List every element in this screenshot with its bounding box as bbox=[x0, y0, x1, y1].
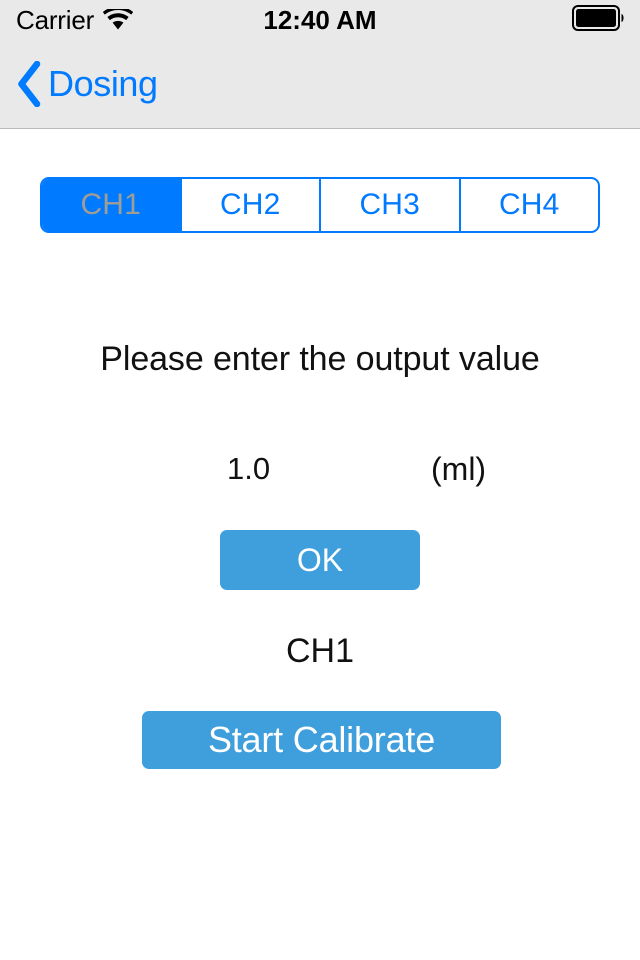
unit-label: (ml) bbox=[431, 451, 487, 487]
ok-button[interactable]: OK bbox=[220, 530, 420, 590]
start-calibrate-button[interactable]: Start Calibrate bbox=[142, 711, 501, 769]
content-area: CH1 CH2 CH3 CH4 Please enter the output … bbox=[0, 128, 640, 960]
prompt-label: Please enter the output value bbox=[100, 340, 540, 378]
segment-ch3-label: CH3 bbox=[359, 188, 421, 221]
back-button-label: Dosing bbox=[48, 63, 158, 104]
status-bar: Carrier 12:40 AM bbox=[0, 0, 640, 40]
back-button[interactable]: Dosing bbox=[14, 56, 158, 112]
segment-ch4-label: CH4 bbox=[498, 188, 560, 221]
status-bar-time: 12:40 AM bbox=[263, 4, 377, 35]
value-row: (ml) bbox=[0, 440, 640, 498]
app-screen: Carrier 12:40 AM Dosing CH1 CH2 CH3 CH4 … bbox=[0, 0, 640, 960]
battery-full-icon bbox=[572, 4, 626, 36]
segment-ch2[interactable]: CH2 bbox=[179, 179, 320, 231]
segment-ch1[interactable]: CH1 bbox=[42, 179, 180, 231]
segment-ch4[interactable]: CH4 bbox=[458, 179, 599, 231]
segment-ch3[interactable]: CH3 bbox=[319, 179, 459, 231]
segment-ch2-label: CH2 bbox=[219, 188, 281, 221]
segment-ch1-label: CH1 bbox=[80, 188, 142, 221]
output-value-input[interactable] bbox=[211, 440, 403, 498]
navigation-bar: Dosing bbox=[0, 40, 640, 128]
chevron-left-icon bbox=[14, 61, 44, 107]
channel-segmented-control[interactable]: CH1 CH2 CH3 CH4 bbox=[40, 177, 600, 233]
status-bar-right bbox=[572, 0, 626, 40]
channel-status-label: CH1 bbox=[285, 632, 355, 670]
